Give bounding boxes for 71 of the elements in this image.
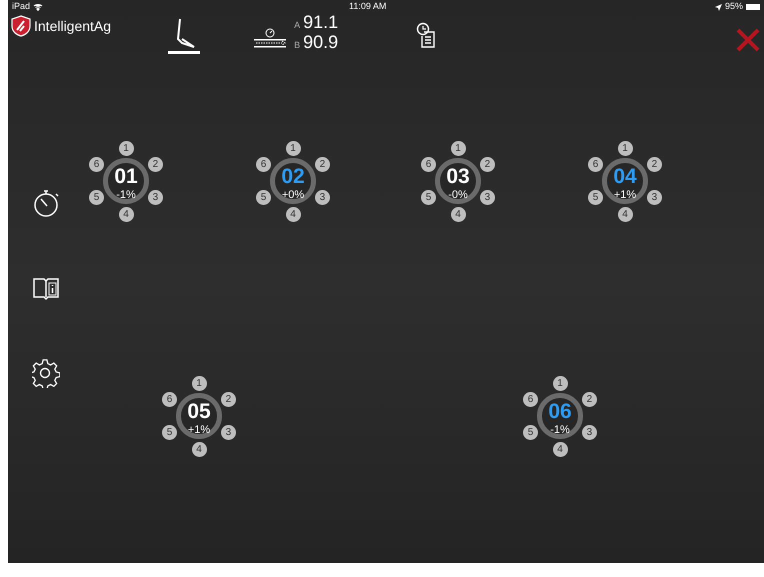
schedule-document-icon[interactable] bbox=[416, 22, 436, 48]
rate-offset: +0% bbox=[280, 189, 306, 201]
implement-icon[interactable] bbox=[166, 17, 202, 57]
row-badge[interactable]: 3 bbox=[220, 425, 236, 440]
clock-time: 11:09 AM bbox=[349, 0, 386, 14]
wifi-icon bbox=[33, 3, 44, 11]
row-badge[interactable]: 4 bbox=[118, 206, 134, 222]
row-badge[interactable]: 6 bbox=[89, 157, 104, 172]
section-number: 02 bbox=[280, 166, 306, 188]
section-number: 06 bbox=[547, 401, 573, 423]
row-badge[interactable]: 2 bbox=[314, 157, 330, 172]
row-badge[interactable]: 4 bbox=[618, 206, 632, 222]
brand-name: IntelligentAg bbox=[34, 16, 112, 36]
section-number: 03 bbox=[445, 166, 471, 188]
section-number: 05 bbox=[186, 401, 212, 423]
row-badge[interactable]: 5 bbox=[588, 190, 604, 205]
channel-value: 90.9 bbox=[303, 34, 338, 51]
rate-offset: +1% bbox=[186, 424, 212, 436]
row-badge[interactable]: 1 bbox=[118, 140, 134, 156]
channel-value: 91.1 bbox=[303, 14, 338, 31]
shield-logo-icon bbox=[10, 15, 32, 37]
section-ring[interactable] bbox=[103, 158, 149, 204]
section-ring[interactable] bbox=[537, 393, 583, 439]
row-badge[interactable]: 5 bbox=[523, 425, 538, 440]
row-badge[interactable]: 3 bbox=[480, 190, 495, 205]
rate-offset: +1% bbox=[612, 189, 638, 201]
row-badge[interactable]: 4 bbox=[450, 206, 466, 222]
row-badge[interactable]: 5 bbox=[256, 190, 272, 205]
rate-offset: -1% bbox=[549, 424, 571, 436]
row-badge[interactable]: 5 bbox=[89, 190, 104, 205]
row-badge[interactable]: 5 bbox=[162, 425, 178, 440]
row-badge[interactable]: 5 bbox=[421, 190, 436, 205]
battery-percent: 95% bbox=[724, 0, 743, 14]
row-badge[interactable]: 3 bbox=[314, 190, 330, 205]
row-badge[interactable]: 3 bbox=[148, 190, 163, 205]
row-badge[interactable]: 3 bbox=[582, 425, 597, 440]
section-ring[interactable] bbox=[270, 158, 316, 204]
row-badge[interactable]: 6 bbox=[588, 157, 604, 172]
row-badge[interactable]: 1 bbox=[450, 140, 466, 156]
row-badge[interactable]: 4 bbox=[286, 206, 300, 222]
row-badge[interactable]: 2 bbox=[480, 157, 495, 172]
speed-icon bbox=[252, 28, 288, 48]
section-ring[interactable] bbox=[602, 158, 648, 204]
row-badge[interactable]: 6 bbox=[256, 157, 272, 172]
settings-icon[interactable] bbox=[32, 358, 60, 388]
section-ring[interactable] bbox=[435, 158, 481, 204]
row-badge[interactable]: 3 bbox=[646, 190, 662, 205]
stopwatch-icon[interactable] bbox=[32, 188, 60, 218]
rate-offset: -0% bbox=[447, 189, 469, 201]
section-ring[interactable] bbox=[176, 393, 222, 439]
row-badge[interactable]: 2 bbox=[148, 157, 163, 172]
row-badge[interactable]: 1 bbox=[552, 376, 568, 390]
location-icon bbox=[714, 4, 722, 10]
row-badge[interactable]: 2 bbox=[646, 157, 662, 172]
row-badge[interactable]: 1 bbox=[286, 140, 300, 156]
device-label: iPad bbox=[12, 0, 30, 14]
channel-label: B bbox=[294, 39, 300, 52]
section-number: 01 bbox=[113, 166, 139, 188]
battery-icon bbox=[746, 4, 760, 10]
row-badge[interactable]: 1 bbox=[618, 140, 632, 156]
section-number: 04 bbox=[612, 166, 638, 188]
row-badge[interactable]: 2 bbox=[582, 392, 597, 407]
row-badge[interactable]: 4 bbox=[552, 442, 568, 456]
row-badge[interactable]: 6 bbox=[421, 157, 436, 172]
row-badge[interactable]: 6 bbox=[162, 392, 178, 407]
channel-label: A bbox=[294, 19, 300, 32]
row-badge[interactable]: 2 bbox=[220, 392, 236, 407]
row-badge[interactable]: 1 bbox=[192, 376, 206, 390]
rate-offset: -1% bbox=[115, 189, 137, 201]
row-badge[interactable]: 6 bbox=[523, 392, 538, 407]
row-badge[interactable]: 4 bbox=[192, 442, 206, 456]
